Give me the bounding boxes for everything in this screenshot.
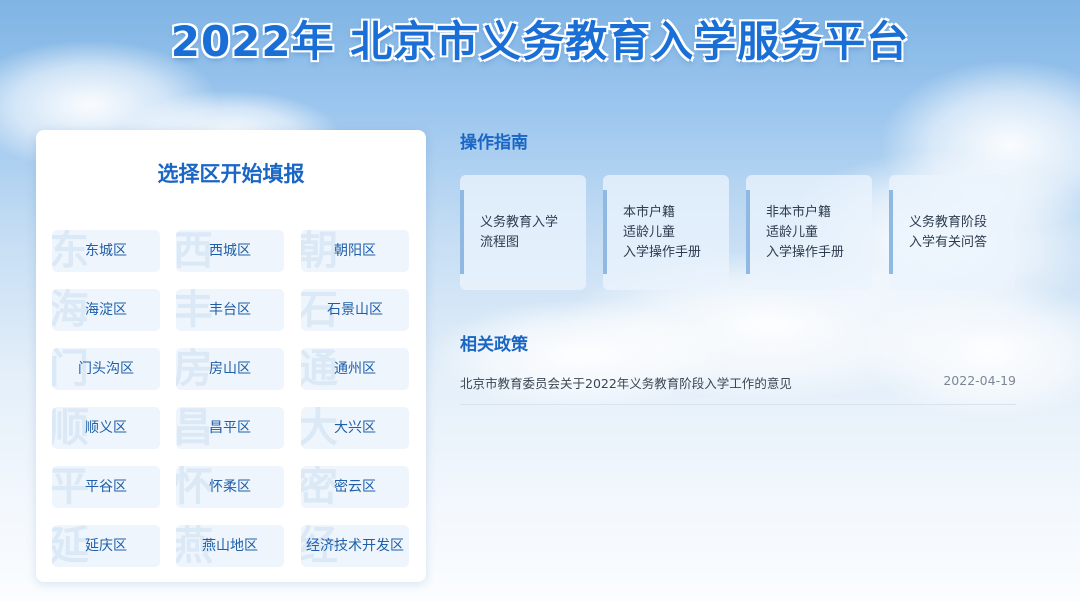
district-button-mentougou[interactable]: 门 门头沟区 [52, 348, 160, 390]
district-label: 丰台区 [209, 302, 251, 318]
guide-card-faq[interactable]: 义务教育阶段 入学有关问答 [889, 175, 1015, 290]
district-label: 房山区 [209, 361, 251, 377]
guide-card-line: 义务教育阶段 [909, 214, 988, 230]
guide-card-line: 本市户籍 [623, 204, 676, 220]
guide-card-text: 义务教育入学 流程图 [480, 175, 584, 290]
district-button-shunyi[interactable]: 顺 顺义区 [52, 407, 160, 449]
guide-section-title: 操作指南 [460, 133, 528, 153]
district-label: 东城区 [85, 243, 127, 259]
district-button-daxing[interactable]: 大 大兴区 [301, 407, 409, 449]
guide-card-line: 适龄儿童 [623, 224, 676, 240]
district-label: 怀柔区 [209, 479, 251, 495]
district-label: 朝阳区 [334, 243, 376, 259]
district-button-fengtai[interactable]: 丰 丰台区 [176, 289, 284, 331]
district-label: 大兴区 [334, 420, 376, 436]
district-label: 门头沟区 [78, 361, 134, 377]
guide-card-line: 适龄儿童 [766, 224, 819, 240]
guide-card-enrollment-flowchart[interactable]: 义务教育入学 流程图 [460, 175, 586, 290]
guide-card-line: 非本市户籍 [766, 204, 832, 220]
policy-section-title: 相关政策 [460, 335, 528, 355]
guide-card-line: 入学有关问答 [909, 234, 988, 250]
guide-card-line: 流程图 [480, 234, 520, 250]
district-label: 平谷区 [85, 479, 127, 495]
district-label: 顺义区 [85, 420, 127, 436]
guide-card-accent-bar [603, 190, 607, 274]
policy-list-item: 北京市教育委员会关于2022年义务教育阶段入学工作的意见 2022-04-19 [460, 372, 1016, 405]
guide-card-accent-bar [746, 190, 750, 274]
district-button-pinggu[interactable]: 平 平谷区 [52, 466, 160, 508]
district-button-yanqing[interactable]: 延 延庆区 [52, 525, 160, 567]
district-button-economic-zone[interactable]: 经 经济技术开发区 [301, 525, 409, 567]
page-title: 2022年 北京市义务教育入学服务平台 [170, 17, 910, 66]
district-label: 经济技术开发区 [306, 538, 404, 554]
guide-card-local-hukou-manual[interactable]: 本市户籍 适龄儿童 入学操作手册 [603, 175, 729, 290]
guide-card-line: 入学操作手册 [623, 244, 702, 260]
policy-title-link[interactable]: 北京市教育委员会关于2022年义务教育阶段入学工作的意见 [460, 373, 792, 392]
district-label: 石景山区 [327, 302, 383, 318]
district-button-tongzhou[interactable]: 通 通州区 [301, 348, 409, 390]
district-button-haidian[interactable]: 海 海淀区 [52, 289, 160, 331]
district-button-huairou[interactable]: 怀 怀柔区 [176, 466, 284, 508]
district-label: 燕山地区 [202, 538, 258, 554]
guide-card-text: 本市户籍 适龄儿童 入学操作手册 [623, 175, 727, 290]
guide-card-line: 入学操作手册 [766, 244, 845, 260]
district-label: 昌平区 [209, 420, 251, 436]
district-button-dongcheng[interactable]: 东 东城区 [52, 230, 160, 272]
policy-date: 2022-04-19 [943, 373, 1016, 388]
district-label: 西城区 [209, 243, 251, 259]
guide-card-accent-bar [889, 190, 893, 274]
district-button-miyun[interactable]: 密 密云区 [301, 466, 409, 508]
district-button-changping[interactable]: 昌 昌平区 [176, 407, 284, 449]
guide-card-line: 义务教育入学 [480, 214, 559, 230]
district-label: 延庆区 [85, 538, 127, 554]
district-label: 海淀区 [85, 302, 127, 318]
district-button-fangshan[interactable]: 房 房山区 [176, 348, 284, 390]
district-label: 密云区 [334, 479, 376, 495]
guide-card-text: 非本市户籍 适龄儿童 入学操作手册 [766, 175, 870, 290]
guide-card-nonlocal-hukou-manual[interactable]: 非本市户籍 适龄儿童 入学操作手册 [746, 175, 872, 290]
guide-card-text: 义务教育阶段 入学有关问答 [909, 175, 1013, 290]
district-label: 通州区 [334, 361, 376, 377]
guide-card-accent-bar [460, 190, 464, 274]
district-button-shijingshan[interactable]: 石 石景山区 [301, 289, 409, 331]
district-button-xicheng[interactable]: 西 西城区 [176, 230, 284, 272]
district-button-chaoyang[interactable]: 朝 朝阳区 [301, 230, 409, 272]
district-select-panel: 选择区开始填报 东 东城区 西 西城区 朝 朝阳区 海 海淀区 丰 丰台区 石 … [36, 130, 426, 582]
district-panel-title: 选择区开始填报 [157, 161, 305, 186]
district-button-yanshan[interactable]: 燕 燕山地区 [176, 525, 284, 567]
